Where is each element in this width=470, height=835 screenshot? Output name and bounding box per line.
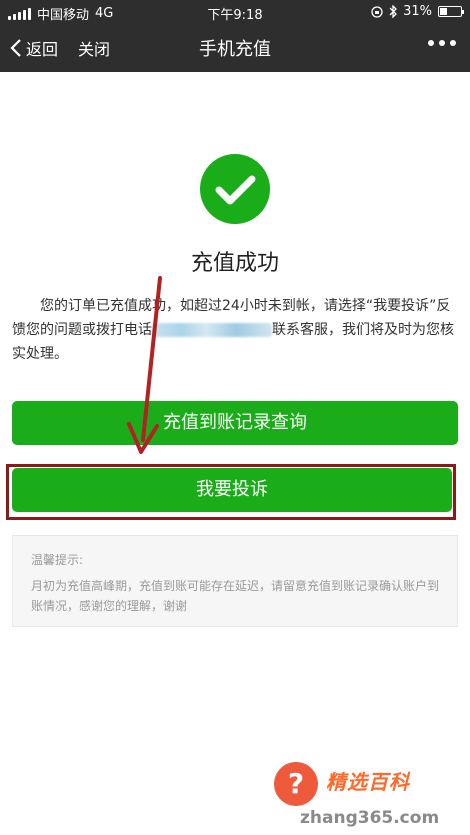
- dot-icon: [428, 40, 434, 46]
- battery-icon: [438, 6, 464, 17]
- tips-heading: 温馨提示:: [31, 553, 84, 567]
- more-menu-button[interactable]: [428, 40, 456, 46]
- watermark: ? 精选百科 zhang365.com: [272, 760, 462, 830]
- tips-panel: 温馨提示: 月初为充值高峰期，充值到账可能存在延迟，请留意充值到账记录确认账户到…: [12, 535, 458, 627]
- orientation-lock-icon: [371, 5, 383, 18]
- result-message: 您的订单已充值成功，如超过24小时未到帐，请选择“我要投诉”反馈您的问题或拨打电…: [12, 294, 458, 366]
- watermark-brand: 精选百科: [326, 770, 410, 794]
- complain-button[interactable]: 我要投诉: [12, 468, 452, 512]
- success-title: 充值成功: [190, 251, 279, 276]
- dot-icon: [439, 40, 445, 46]
- page-title: 手机充值: [199, 39, 271, 60]
- bluetooth-icon: [389, 5, 398, 18]
- navigation-bar: 返回 关闭 手机充值: [0, 24, 470, 72]
- status-bar: 中国移动 4G 下午9:18 31%: [0, 0, 470, 24]
- tips-body: 月初为充值高峰期，充值到账可能存在延迟，请留意充值到账记录确认账户到账情况，感谢…: [31, 579, 440, 613]
- status-right: 31%: [371, 4, 464, 19]
- watermark-url: zhang365.com: [300, 808, 440, 828]
- recharge-records-button[interactable]: 充值到账记录查询: [12, 401, 458, 445]
- battery-percent: 31%: [403, 4, 432, 19]
- blurred-phone-number: [152, 323, 272, 337]
- question-mark-icon: ?: [274, 762, 318, 806]
- success-check-icon: [200, 154, 270, 224]
- dot-icon: [450, 40, 456, 46]
